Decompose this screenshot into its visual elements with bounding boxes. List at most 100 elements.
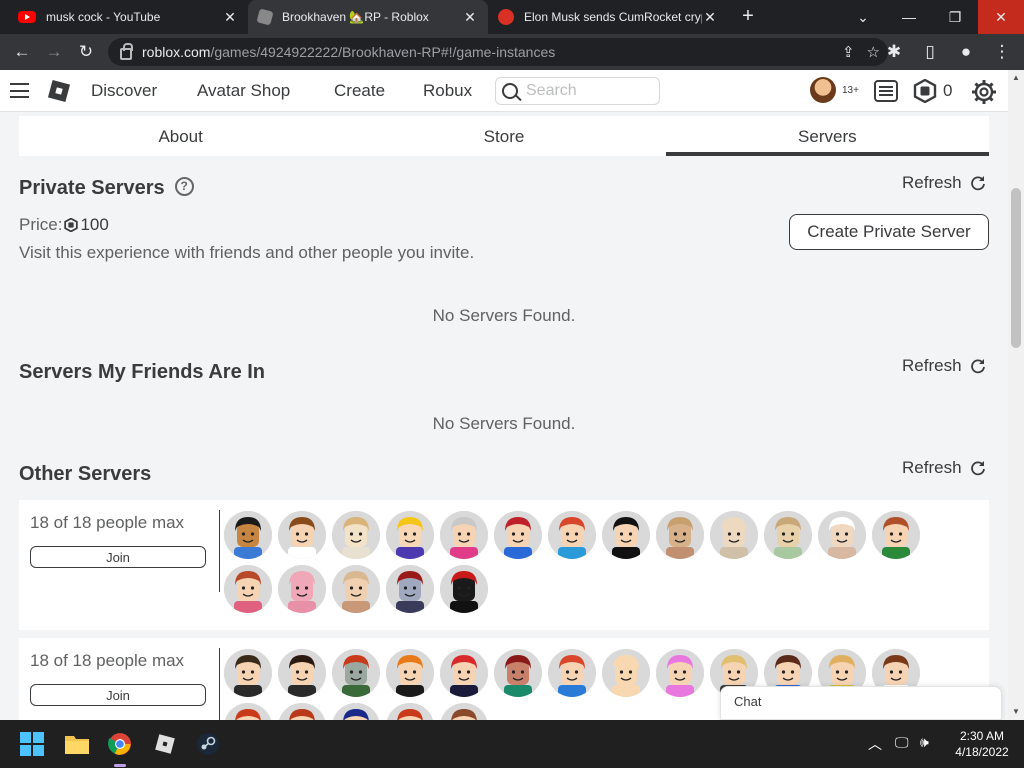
help-icon[interactable]: ? [174, 177, 194, 197]
player-avatar[interactable] [224, 649, 272, 697]
profile-icon[interactable]: ● [950, 36, 982, 68]
chrome-icon[interactable] [104, 728, 136, 760]
player-avatar[interactable] [386, 565, 434, 613]
share-icon[interactable]: ⇪ [842, 43, 855, 61]
card-divider [219, 648, 220, 720]
player-avatar[interactable] [602, 511, 650, 559]
player-avatar[interactable] [872, 511, 920, 559]
new-tab-icon[interactable]: + [736, 5, 760, 28]
player-avatar[interactable] [332, 565, 380, 613]
player-avatar[interactable] [386, 511, 434, 559]
player-avatar[interactable] [332, 649, 380, 697]
price-value: 100 [80, 215, 109, 234]
private-refresh-button[interactable]: Refresh [902, 173, 986, 193]
player-avatar[interactable] [656, 649, 704, 697]
roblox-logo-icon[interactable] [47, 79, 71, 103]
file-explorer-icon[interactable] [61, 728, 93, 760]
browser-tab-youtube[interactable]: musk cock - YouTube ✕ [8, 0, 248, 34]
game-tabs: About Store Servers [19, 116, 990, 156]
player-avatar[interactable] [332, 703, 380, 720]
windows-start-icon[interactable] [16, 728, 48, 760]
close-tab-icon[interactable]: ✕ [702, 9, 718, 26]
chrome-menu-icon[interactable]: ⋮ [986, 36, 1018, 68]
player-avatar[interactable] [818, 511, 866, 559]
restore-icon[interactable]: ❐ [932, 0, 978, 34]
player-avatar[interactable] [494, 649, 542, 697]
close-tab-icon[interactable]: ✕ [462, 9, 478, 26]
refresh-icon [970, 461, 985, 476]
friends-servers-title: Servers My Friends Are In [19, 361, 266, 383]
create-private-server-button[interactable]: Create Private Server [789, 214, 989, 250]
chat-panel[interactable]: Chat [720, 686, 1002, 720]
browser-tab-roblox[interactable]: Brookhaven 🏡RP - Roblox ✕ [248, 0, 488, 34]
tray-chevron-icon[interactable]: ︿ [868, 734, 882, 754]
extensions-icon[interactable]: ✱ [878, 36, 910, 68]
other-refresh-button[interactable]: Refresh [902, 458, 986, 478]
scroll-down-icon[interactable]: ▼ [1012, 707, 1020, 716]
network-icon[interactable]: 🖵 [895, 734, 909, 751]
active-app-indicator [114, 764, 126, 767]
search-box[interactable] [495, 77, 660, 105]
roblox-app-icon[interactable] [149, 728, 181, 760]
cumrocket-icon [498, 9, 514, 25]
minimize-icon[interactable]: — [886, 0, 932, 34]
private-server-description: Visit this experience with friends and o… [19, 243, 475, 262]
player-avatar[interactable] [386, 703, 434, 720]
refresh-icon [970, 359, 985, 374]
player-avatar[interactable] [278, 703, 326, 720]
player-avatar[interactable] [656, 511, 704, 559]
player-avatar[interactable] [386, 649, 434, 697]
refresh-icon [970, 176, 985, 191]
user-avatar[interactable] [810, 77, 836, 103]
nav-avatar-shop[interactable]: Avatar Shop [197, 81, 290, 101]
tab-servers[interactable]: Servers [665, 116, 990, 156]
nav-discover[interactable]: Discover [91, 81, 157, 101]
player-avatar[interactable] [224, 703, 272, 720]
join-server-button[interactable]: Join [30, 546, 206, 568]
settings-gear-icon[interactable] [971, 79, 997, 105]
player-avatar[interactable] [332, 511, 380, 559]
reload-icon[interactable]: ↻ [70, 36, 102, 68]
scrollbar-thumb[interactable] [1011, 188, 1021, 348]
browser-tab-cumrocket[interactable]: Elon Musk sends CumRocket cryp ✕ [488, 0, 728, 34]
player-avatar[interactable] [278, 511, 326, 559]
player-avatar[interactable] [278, 565, 326, 613]
tab-store[interactable]: Store [342, 116, 665, 156]
steam-icon[interactable] [192, 728, 224, 760]
back-icon[interactable]: ← [6, 36, 38, 68]
tab-about[interactable]: About [19, 116, 342, 156]
search-input[interactable] [526, 82, 646, 100]
player-avatar[interactable] [548, 511, 596, 559]
player-avatar[interactable] [440, 703, 488, 720]
scroll-up-icon[interactable]: ▲ [1012, 73, 1020, 82]
player-avatar[interactable] [764, 511, 812, 559]
robux-balance: 0 [943, 81, 953, 100]
robux-icon[interactable] [913, 79, 937, 103]
nav-create[interactable]: Create [334, 81, 385, 101]
player-avatar[interactable] [278, 649, 326, 697]
page-scrollbar[interactable]: ▲ ▼ [1008, 70, 1024, 720]
address-bar[interactable]: roblox.com/games/4924922222/Brookhaven-R… [108, 38, 888, 66]
player-avatar[interactable] [224, 511, 272, 559]
close-tab-icon[interactable]: ✕ [222, 9, 238, 26]
volume-icon[interactable]: 🕪 [920, 734, 929, 751]
forward-icon[interactable]: → [38, 36, 70, 68]
window-close-icon[interactable]: ✕ [978, 0, 1024, 34]
system-clock[interactable]: 2:30 AM 4/18/2022 [950, 728, 1014, 760]
player-avatar[interactable] [440, 649, 488, 697]
player-avatar[interactable] [440, 565, 488, 613]
friends-refresh-button[interactable]: Refresh [902, 356, 986, 376]
hamburger-menu-icon[interactable] [10, 83, 29, 98]
chat-label: Chat [734, 694, 762, 709]
player-avatar[interactable] [494, 511, 542, 559]
chat-list-icon[interactable] [874, 80, 898, 102]
player-avatar[interactable] [440, 511, 488, 559]
player-avatar[interactable] [548, 649, 596, 697]
nav-robux[interactable]: Robux [423, 81, 472, 101]
join-server-button[interactable]: Join [30, 684, 206, 706]
side-panel-icon[interactable]: ▯ [914, 36, 946, 68]
player-avatar[interactable] [602, 649, 650, 697]
player-avatar[interactable] [710, 511, 758, 559]
player-avatar[interactable] [224, 565, 272, 613]
tab-search-icon[interactable]: ⌄ [840, 0, 886, 34]
